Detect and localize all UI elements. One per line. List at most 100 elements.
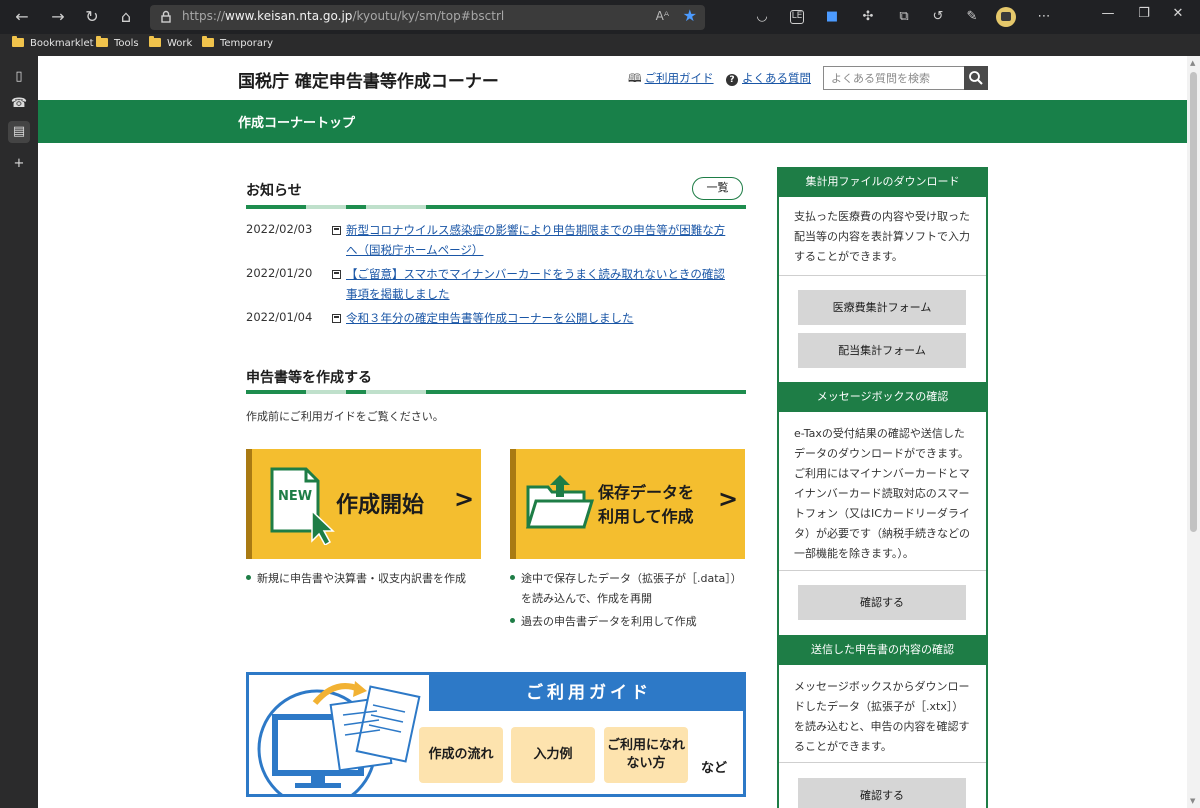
news-divider xyxy=(246,205,746,209)
bookmark-folder[interactable]: Temporary xyxy=(202,36,273,49)
create-divider xyxy=(246,390,746,394)
start-new-button[interactable]: NEW 作成開始 > xyxy=(246,449,481,559)
page-heading: 作成コーナートップ xyxy=(238,116,356,131)
read-aloud-icon[interactable]: Aᴬ xyxy=(656,9,669,23)
chevron-right-icon: > xyxy=(718,485,739,513)
address-bar[interactable]: https://www.keisan.nta.go.jp/kyoutu/ky/s… xyxy=(150,5,705,30)
tabs-icon[interactable]: ▯ xyxy=(8,66,30,88)
sent-return-confirm-button[interactable]: 確認する xyxy=(798,778,966,808)
news-heading: お知らせ xyxy=(246,183,302,199)
bookmark-folder[interactable]: Bookmarklet xyxy=(12,36,94,49)
guide-not-eligible-button[interactable]: ご利用になれない方 xyxy=(604,727,688,783)
faq-search xyxy=(823,66,988,90)
lock-icon xyxy=(161,10,171,23)
news-date: 2022/01/20 xyxy=(246,266,313,280)
news-date: 2022/01/04 xyxy=(246,310,313,324)
refresh-icon[interactable]: ↻ xyxy=(78,5,106,29)
folder-upload-icon xyxy=(525,475,595,529)
bookmarks-bar: Bookmarklet Tools Work Temporary xyxy=(0,34,1200,56)
document-icon[interactable]: ▤ xyxy=(8,121,30,143)
messagebox-description: e-Taxの受付結果の確認や送信したデータのダウンロードができます。ご利用にはマ… xyxy=(794,427,970,560)
sent-return-heading: 送信した申告書の内容の確認 xyxy=(777,635,988,665)
extensions-puzzle-icon[interactable]: ✣ xyxy=(858,7,878,27)
saved-data-note: 途中で保存したデータ（拡張子が［.data］）を読み込んで、作成を再開 xyxy=(510,569,750,609)
divider xyxy=(779,275,986,276)
question-icon: ? xyxy=(726,74,738,86)
guide-flow-button[interactable]: 作成の流れ xyxy=(419,727,503,783)
download-heading: 集計用ファイルのダウンロード xyxy=(777,167,988,197)
guide-etc-label: など xyxy=(701,761,728,776)
side-panel: 集計用ファイルのダウンロード 支払った医療費の内容や受け取った配当等の内容を表計… xyxy=(777,167,988,808)
page-header-bar: 作成コーナートップ xyxy=(38,100,1187,143)
medical-form-button[interactable]: 医療費集計フォーム xyxy=(798,290,966,325)
page-scrollbar[interactable]: ▲ ▼ xyxy=(1187,56,1200,808)
external-page-icon xyxy=(332,226,341,235)
scroll-down-icon[interactable]: ▼ xyxy=(1190,797,1195,805)
guide-banner-title: ご利用ガイド xyxy=(429,675,743,711)
scroll-up-icon[interactable]: ▲ xyxy=(1190,59,1195,67)
site-title[interactable]: 国税庁 確定申告書等作成コーナー xyxy=(238,67,499,92)
url-text[interactable]: https://www.keisan.nta.go.jp/kyoutu/ky/s… xyxy=(182,9,504,23)
close-icon[interactable]: ✕ xyxy=(1168,6,1188,21)
add-icon[interactable]: + xyxy=(8,153,30,175)
external-page-icon xyxy=(332,314,341,323)
download-description: 支払った医療費の内容や受け取った配当等の内容を表計算ソフトで入力することができま… xyxy=(794,210,970,263)
home-icon[interactable]: ⌂ xyxy=(112,5,140,29)
more-menu-icon[interactable]: ⋯ xyxy=(1034,7,1054,27)
guide-banner[interactable]: ご利用ガイド 作成の流れ 入力例 ご利用になれない方 など xyxy=(246,672,746,797)
divider xyxy=(779,762,986,763)
scrollbar-thumb[interactable] xyxy=(1190,72,1197,532)
browser-toolbar: ← → ↻ ⌂ https://www.keisan.nta.go.jp/kyo… xyxy=(0,0,1200,34)
messagebox-heading: メッセージボックスの確認 xyxy=(777,382,988,412)
news-link[interactable]: 新型コロナウイルス感染症の影響により申告期限までの申告等が困難な方へ（国税庁ホー… xyxy=(346,220,736,260)
faq-search-input[interactable] xyxy=(824,67,964,90)
news-date: 2022/02/03 xyxy=(246,222,313,236)
profile-avatar-icon[interactable] xyxy=(996,7,1016,27)
collections-icon[interactable]: ⧉ xyxy=(894,7,914,27)
external-page-icon xyxy=(332,270,341,279)
bookmark-folder[interactable]: Work xyxy=(149,36,192,49)
messagebox-confirm-button[interactable]: 確認する xyxy=(798,585,966,620)
bookmark-folder[interactable]: Tools xyxy=(96,36,139,49)
outlook-icon[interactable]: ■ xyxy=(822,7,842,27)
news-link[interactable]: 令和３年分の確定申告書等作成コーナーを公開しました xyxy=(346,308,736,328)
forward-icon[interactable]: → xyxy=(44,5,72,29)
folder-icon xyxy=(12,36,24,47)
edit-icon[interactable]: ✎ xyxy=(962,7,982,27)
extension-icon[interactable]: LE xyxy=(790,10,804,24)
new-document-icon: NEW xyxy=(270,467,335,545)
restore-icon[interactable]: ❐ xyxy=(1134,6,1154,21)
back-icon[interactable]: ← xyxy=(8,5,36,29)
search-button[interactable] xyxy=(964,66,988,90)
web-page: 国税庁 確定申告書等作成コーナー 🕮ご利用ガイド ?よくある質問 作成コーナート… xyxy=(38,56,1187,808)
sent-return-description: メッセージボックスからダウンロードしたデータ（拡張子が［.xtx］）を読み込むと… xyxy=(794,680,970,753)
news-link[interactable]: 【ご留意】スマホでマイナンバーカードをうまく読み取れないときの確認事項を掲載しま… xyxy=(346,264,736,304)
folder-icon xyxy=(202,36,214,47)
create-intro: 作成前にご利用ガイドをご覧ください。 xyxy=(246,410,444,423)
saved-data-note: 過去の申告書データを利用して作成 xyxy=(510,612,750,632)
chevron-right-icon: > xyxy=(454,485,475,513)
guide-link[interactable]: 🕮 ご利用ガイド xyxy=(628,70,714,90)
use-saved-data-label-2: 利用して作成 xyxy=(598,507,694,526)
use-saved-data-button[interactable]: 保存データを 利用して作成 > xyxy=(510,449,745,559)
search-icon xyxy=(969,71,983,85)
browser-sidebar: ▯ ☎ ▤ + xyxy=(0,56,38,808)
use-saved-data-label-1: 保存データを xyxy=(598,483,695,502)
divider xyxy=(779,570,986,571)
faq-link[interactable]: ? よくある質問 xyxy=(726,70,811,86)
pocket-icon[interactable]: ◡ xyxy=(752,7,772,27)
telephone-icon[interactable]: ☎ xyxy=(8,93,30,115)
minimize-icon[interactable]: — xyxy=(1098,6,1118,21)
new-badge: NEW xyxy=(278,489,312,504)
folder-icon xyxy=(96,36,108,47)
dividend-form-button[interactable]: 配当集計フォーム xyxy=(798,333,966,368)
guide-example-button[interactable]: 入力例 xyxy=(511,727,595,783)
news-list-button[interactable]: 一覧 xyxy=(692,177,743,200)
start-new-label: 作成開始 xyxy=(336,493,425,518)
favorite-star-icon[interactable]: ★ xyxy=(683,6,697,25)
history-icon[interactable]: ↺ xyxy=(928,7,948,27)
create-heading: 申告書等を作成する xyxy=(246,370,372,386)
computer-documents-icon xyxy=(257,681,421,794)
folder-icon xyxy=(149,36,161,47)
book-icon: 🕮 xyxy=(628,71,642,85)
